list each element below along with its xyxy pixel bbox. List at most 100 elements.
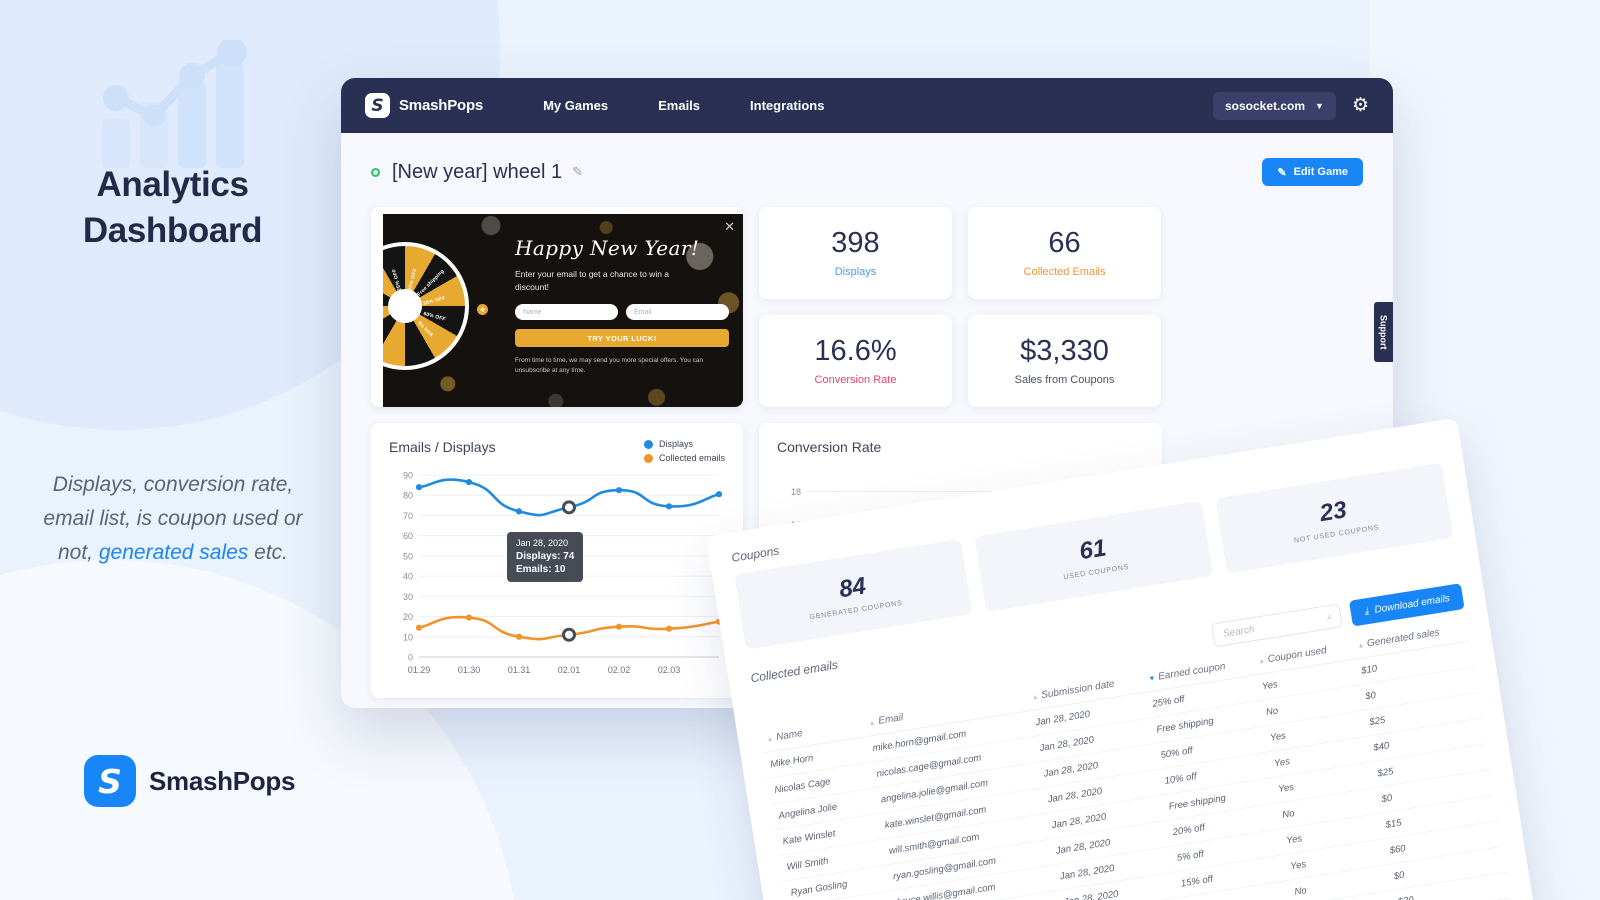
smashpops-logo-icon: S: [365, 93, 390, 118]
page-title: [New year] wheel 1: [392, 160, 563, 183]
popup-preview-body: Happy New Year! Enter your email to get …: [515, 236, 729, 376]
legend-color-swatch: [643, 453, 653, 463]
sort-icon: ▲: [1257, 657, 1266, 666]
navbar-links: My Games Emails Integrations: [543, 98, 824, 113]
gear-icon[interactable]: ⚙: [1352, 96, 1369, 115]
svg-text:01.30: 01.30: [458, 665, 481, 675]
edit-game-button[interactable]: ✎ Edit Game: [1262, 158, 1363, 186]
svg-text:02.01: 02.01: [558, 665, 581, 675]
legend-label: Displays: [658, 439, 693, 449]
column-label: Name: [775, 728, 804, 744]
pencil-icon: ✎: [1277, 166, 1287, 179]
popup-preview-card: ✕ 25% OFF 50% OFF Free shipping 35% OFF …: [371, 207, 743, 407]
svg-text:60: 60: [403, 531, 413, 541]
sort-icon: ▼: [1148, 675, 1157, 684]
promo-title-line2: Dashboard: [82, 211, 263, 250]
promo-subtitle-part2: etc.: [248, 541, 288, 564]
legend-color-swatch: [643, 439, 653, 449]
promo-title-line1: Analytics: [96, 165, 249, 204]
status-badge: [371, 167, 380, 177]
page-header: [New year] wheel 1 ✎ ✎ Edit Game: [371, 155, 1363, 189]
column-label: Email: [877, 712, 905, 727]
support-tab[interactable]: Support: [1374, 302, 1393, 362]
svg-text:80: 80: [403, 491, 413, 501]
promo-subtitle-highlight: generated sales: [98, 541, 249, 564]
stat-label: Sales from Coupons: [1014, 374, 1115, 387]
pencil-icon[interactable]: ✎: [572, 164, 583, 180]
svg-text:70: 70: [403, 511, 413, 521]
smashpops-logo-icon: S: [84, 755, 136, 807]
legend-label: Collected emails: [658, 453, 725, 463]
svg-text:20: 20: [403, 612, 413, 622]
close-icon[interactable]: ✕: [724, 220, 735, 233]
sort-icon: ▲: [766, 735, 774, 744]
sort-icon: ▲: [868, 719, 877, 728]
navbar-right: sosocket.com ▼ ⚙: [1212, 91, 1369, 120]
stat-value: 398: [831, 226, 880, 259]
svg-text:40: 40: [403, 572, 413, 582]
stat-label: Conversion Rate: [814, 374, 897, 387]
search-icon: ⌕: [1325, 611, 1333, 624]
popup-headline: Happy New Year!: [515, 236, 700, 260]
chart-legend: Displays Collected emails: [643, 439, 725, 467]
wheel-pointer-icon: ★: [477, 304, 488, 315]
prize-wheel[interactable]: 25% OFF 50% OFF Free shipping 35% OFF 60…: [383, 242, 469, 370]
stat-card-displays: 398 Displays: [759, 207, 952, 299]
nav-item-emails[interactable]: Emails: [658, 98, 700, 113]
legend-item-displays: Displays: [643, 439, 725, 449]
nav-item-my-games[interactable]: My Games: [543, 98, 608, 113]
stat-value: 66: [1048, 226, 1081, 259]
promo-column: Analytics Dashboard Displays, conversion…: [0, 0, 345, 900]
wheel-segment-label: 50% OFF: [407, 267, 419, 292]
navbar-brand[interactable]: S SmashPops: [365, 93, 483, 118]
column-label: Coupon used: [1266, 645, 1328, 666]
svg-text:01.29: 01.29: [408, 665, 431, 675]
popup-description: Enter your email to get a chance to win …: [515, 269, 670, 292]
popup-name-input[interactable]: Name: [515, 304, 618, 320]
sort-icon: ▲: [1031, 693, 1040, 702]
stat-label: Displays: [834, 266, 877, 279]
sort-icon: ▲: [1356, 642, 1365, 651]
svg-text:18: 18: [791, 487, 801, 497]
promo-subtitle: Displays, conversion rate, email list, i…: [32, 468, 314, 570]
svg-text:90: 90: [403, 471, 413, 481]
navbar-brand-text: SmashPops: [399, 97, 484, 114]
wheel-segment-label: 60% OFF: [422, 311, 447, 323]
svg-text:02.02: 02.02: [608, 665, 631, 675]
stat-cards: 398 Displays 66 Collected Emails 16.6% C…: [759, 207, 1162, 407]
svg-text:01.31: 01.31: [508, 665, 531, 675]
domain-selector[interactable]: sosocket.com ▼: [1212, 91, 1336, 120]
popup-preview-canvas: ✕ 25% OFF 50% OFF Free shipping 35% OFF …: [383, 214, 743, 407]
coupon-box-value: 84: [837, 572, 868, 604]
popup-email-input[interactable]: Email: [626, 304, 729, 320]
column-label: Earned coupon: [1157, 661, 1227, 683]
coupon-box-caption: USED COUPONS: [1063, 563, 1130, 582]
search-placeholder: Search: [1222, 623, 1256, 640]
stat-card-conversion-rate: 16.6% Conversion Rate: [759, 315, 952, 407]
stat-card-sales-from-coupons: $3,330 Sales from Coupons: [968, 315, 1161, 407]
domain-selector-label: sosocket.com: [1224, 98, 1306, 113]
svg-text:50: 50: [403, 551, 413, 561]
popup-cta-button[interactable]: TRY YOUR LUCK!: [515, 329, 729, 347]
chart-plot-area: 0 10 20 30 40 50 60 70 80 90 01.29 01.30 01.31 02.01 0…: [389, 469, 725, 681]
nav-item-integrations[interactable]: Integrations: [750, 98, 824, 113]
wheel-segment-label: 25% OFF: [391, 267, 403, 292]
svg-text:02.03: 02.03: [658, 665, 681, 675]
stat-label: Collected Emails: [1023, 266, 1106, 279]
popup-fine-print: From time to time, we may send you more …: [515, 357, 704, 374]
tooltip-emails: Emails: 10: [516, 564, 566, 575]
wheel-segment-label: 35% OFF: [422, 295, 447, 307]
download-emails-button-label: Download emails: [1373, 592, 1451, 616]
popup-form-fields: Name Email: [515, 304, 729, 320]
support-tab-label: Support: [1378, 314, 1389, 350]
download-icon: ⤓: [1363, 605, 1370, 618]
svg-text:10: 10: [403, 632, 413, 642]
promo-title: Analytics Dashboard: [0, 162, 345, 254]
promo-logo-text: SmashPops: [149, 765, 296, 796]
promo-logo: S SmashPops: [84, 755, 295, 807]
overview-row: ✕ 25% OFF 50% OFF Free shipping 35% OFF …: [371, 207, 1363, 407]
svg-text:0: 0: [408, 653, 413, 663]
tooltip-displays: Displays: 74: [516, 551, 575, 562]
analytics-chart-watermark-icon: [102, 40, 247, 168]
chevron-down-icon: ▼: [1315, 100, 1324, 111]
